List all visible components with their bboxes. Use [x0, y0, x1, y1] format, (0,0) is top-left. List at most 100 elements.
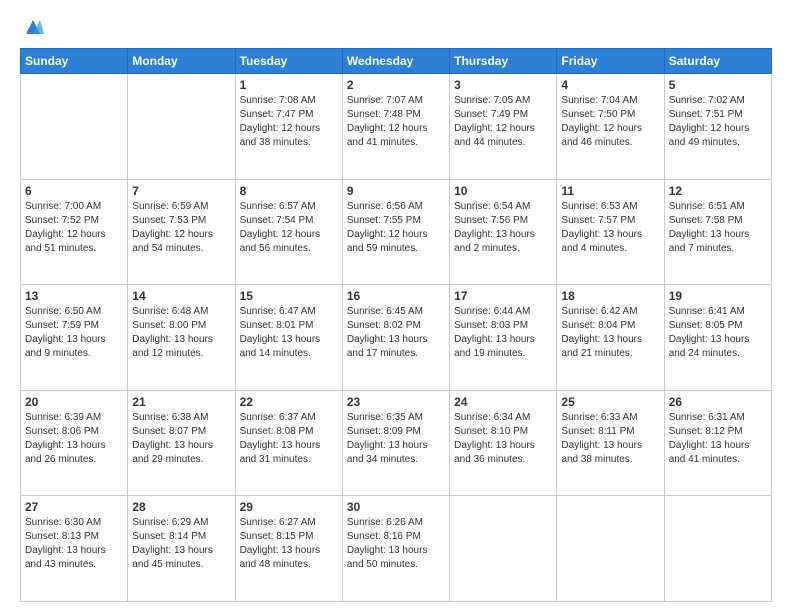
page: SundayMondayTuesdayWednesdayThursdayFrid…	[0, 0, 792, 612]
day-number: 10	[454, 184, 552, 198]
day-info: Sunrise: 6:42 AMSunset: 8:04 PMDaylight:…	[561, 305, 659, 361]
day-number: 11	[561, 184, 659, 198]
calendar-cell: 1 Sunrise: 7:08 AMSunset: 7:47 PMDaylight…	[235, 74, 342, 180]
day-info: Sunrise: 7:00 AMSunset: 7:52 PMDaylight:…	[25, 200, 123, 256]
calendar-cell: 18 Sunrise: 6:42 AMSunset: 8:04 PMDayligh…	[557, 285, 664, 391]
day-info: Sunrise: 6:47 AMSunset: 8:01 PMDaylight:…	[240, 305, 338, 361]
day-number: 20	[25, 395, 123, 409]
calendar-cell: 29 Sunrise: 6:27 AMSunset: 8:15 PMDayligh…	[235, 496, 342, 602]
day-number: 5	[669, 78, 767, 92]
day-info: Sunrise: 6:44 AMSunset: 8:03 PMDaylight:…	[454, 305, 552, 361]
calendar-cell: 21 Sunrise: 6:38 AMSunset: 8:07 PMDayligh…	[128, 390, 235, 496]
day-info: Sunrise: 6:39 AMSunset: 8:06 PMDaylight:…	[25, 411, 123, 467]
day-info: Sunrise: 7:04 AMSunset: 7:50 PMDaylight:…	[561, 94, 659, 150]
header	[20, 16, 772, 38]
day-header-thursday: Thursday	[450, 49, 557, 74]
day-info: Sunrise: 6:38 AMSunset: 8:07 PMDaylight:…	[132, 411, 230, 467]
day-number: 22	[240, 395, 338, 409]
calendar-cell: 19 Sunrise: 6:41 AMSunset: 8:05 PMDayligh…	[664, 285, 771, 391]
day-info: Sunrise: 6:54 AMSunset: 7:56 PMDaylight:…	[454, 200, 552, 256]
day-header-saturday: Saturday	[664, 49, 771, 74]
calendar-table: SundayMondayTuesdayWednesdayThursdayFrid…	[20, 48, 772, 602]
day-number: 29	[240, 500, 338, 514]
day-info: Sunrise: 6:41 AMSunset: 8:05 PMDaylight:…	[669, 305, 767, 361]
day-number: 6	[25, 184, 123, 198]
week-row-3: 13 Sunrise: 6:50 AMSunset: 7:59 PMDayligh…	[21, 285, 772, 391]
calendar-cell: 30 Sunrise: 6:26 AMSunset: 8:16 PMDayligh…	[342, 496, 449, 602]
calendar-cell	[557, 496, 664, 602]
day-number: 8	[240, 184, 338, 198]
day-info: Sunrise: 6:56 AMSunset: 7:55 PMDaylight:…	[347, 200, 445, 256]
day-info: Sunrise: 6:53 AMSunset: 7:57 PMDaylight:…	[561, 200, 659, 256]
calendar-cell: 25 Sunrise: 6:33 AMSunset: 8:11 PMDayligh…	[557, 390, 664, 496]
calendar-cell: 9Sunrise: 6:56 AMSunset: 7:55 PMDaylight…	[342, 179, 449, 285]
calendar-cell: 7 Sunrise: 6:59 AMSunset: 7:53 PMDaylight…	[128, 179, 235, 285]
calendar-cell: 26 Sunrise: 6:31 AMSunset: 8:12 PMDayligh…	[664, 390, 771, 496]
calendar-cell	[21, 74, 128, 180]
day-info: Sunrise: 7:05 AMSunset: 7:49 PMDaylight:…	[454, 94, 552, 150]
day-number: 26	[669, 395, 767, 409]
calendar-cell: 14 Sunrise: 6:48 AMSunset: 8:00 PMDayligh…	[128, 285, 235, 391]
day-info: Sunrise: 6:33 AMSunset: 8:11 PMDaylight:…	[561, 411, 659, 467]
calendar-cell: 15 Sunrise: 6:47 AMSunset: 8:01 PMDayligh…	[235, 285, 342, 391]
day-info: Sunrise: 6:34 AMSunset: 8:10 PMDaylight:…	[454, 411, 552, 467]
logo-icon	[22, 16, 44, 38]
day-number: 25	[561, 395, 659, 409]
day-number: 24	[454, 395, 552, 409]
week-row-1: 1 Sunrise: 7:08 AMSunset: 7:47 PMDaylight…	[21, 74, 772, 180]
day-header-sunday: Sunday	[21, 49, 128, 74]
calendar-cell	[128, 74, 235, 180]
day-info: Sunrise: 7:08 AMSunset: 7:47 PMDaylight:…	[240, 94, 338, 150]
calendar-cell: 10 Sunrise: 6:54 AMSunset: 7:56 PMDayligh…	[450, 179, 557, 285]
calendar-cell: 8 Sunrise: 6:57 AMSunset: 7:54 PMDaylight…	[235, 179, 342, 285]
day-number: 4	[561, 78, 659, 92]
day-info: Sunrise: 6:29 AMSunset: 8:14 PMDaylight:…	[132, 516, 230, 572]
calendar-cell	[664, 496, 771, 602]
day-number: 2	[347, 78, 445, 92]
calendar-cell: 23 Sunrise: 6:35 AMSunset: 8:09 PMDayligh…	[342, 390, 449, 496]
calendar-header-row: SundayMondayTuesdayWednesdayThursdayFrid…	[21, 49, 772, 74]
day-info: Sunrise: 6:57 AMSunset: 7:54 PMDaylight:…	[240, 200, 338, 256]
week-row-4: 20 Sunrise: 6:39 AMSunset: 8:06 PMDayligh…	[21, 390, 772, 496]
day-info: Sunrise: 6:48 AMSunset: 8:00 PMDaylight:…	[132, 305, 230, 361]
week-row-5: 27Sunrise: 6:30 AMSunset: 8:13 PMDayligh…	[21, 496, 772, 602]
day-number: 19	[669, 289, 767, 303]
calendar-cell: 3 Sunrise: 7:05 AMSunset: 7:49 PMDaylight…	[450, 74, 557, 180]
day-info: Sunrise: 6:35 AMSunset: 8:09 PMDaylight:…	[347, 411, 445, 467]
day-number: 18	[561, 289, 659, 303]
day-info: Sunrise: 6:26 AMSunset: 8:16 PMDaylight:…	[347, 516, 445, 572]
day-number: 3	[454, 78, 552, 92]
day-header-tuesday: Tuesday	[235, 49, 342, 74]
day-number: 13	[25, 289, 123, 303]
day-number: 28	[132, 500, 230, 514]
calendar-cell: 2Sunrise: 7:07 AMSunset: 7:48 PMDaylight…	[342, 74, 449, 180]
calendar-cell: 5 Sunrise: 7:02 AMSunset: 7:51 PMDaylight…	[664, 74, 771, 180]
day-number: 16	[347, 289, 445, 303]
day-info: Sunrise: 6:59 AMSunset: 7:53 PMDaylight:…	[132, 200, 230, 256]
calendar-cell: 22 Sunrise: 6:37 AMSunset: 8:08 PMDayligh…	[235, 390, 342, 496]
day-info: Sunrise: 6:37 AMSunset: 8:08 PMDaylight:…	[240, 411, 338, 467]
day-info: Sunrise: 6:30 AMSunset: 8:13 PMDaylight:…	[25, 516, 123, 572]
day-info: Sunrise: 6:27 AMSunset: 8:15 PMDaylight:…	[240, 516, 338, 572]
calendar-cell: 27Sunrise: 6:30 AMSunset: 8:13 PMDayligh…	[21, 496, 128, 602]
day-number: 1	[240, 78, 338, 92]
calendar-cell: 6 Sunrise: 7:00 AMSunset: 7:52 PMDaylight…	[21, 179, 128, 285]
day-number: 23	[347, 395, 445, 409]
day-number: 14	[132, 289, 230, 303]
day-info: Sunrise: 7:02 AMSunset: 7:51 PMDaylight:…	[669, 94, 767, 150]
day-number: 30	[347, 500, 445, 514]
day-number: 15	[240, 289, 338, 303]
calendar-cell: 28 Sunrise: 6:29 AMSunset: 8:14 PMDayligh…	[128, 496, 235, 602]
day-number: 7	[132, 184, 230, 198]
calendar-cell: 17Sunrise: 6:44 AMSunset: 8:03 PMDayligh…	[450, 285, 557, 391]
calendar-cell: 20 Sunrise: 6:39 AMSunset: 8:06 PMDayligh…	[21, 390, 128, 496]
day-info: Sunrise: 6:31 AMSunset: 8:12 PMDaylight:…	[669, 411, 767, 467]
day-number: 21	[132, 395, 230, 409]
day-header-wednesday: Wednesday	[342, 49, 449, 74]
day-info: Sunrise: 6:51 AMSunset: 7:58 PMDaylight:…	[669, 200, 767, 256]
day-header-friday: Friday	[557, 49, 664, 74]
day-info: Sunrise: 6:45 AMSunset: 8:02 PMDaylight:…	[347, 305, 445, 361]
calendar-cell: 24 Sunrise: 6:34 AMSunset: 8:10 PMDayligh…	[450, 390, 557, 496]
calendar-cell: 12Sunrise: 6:51 AMSunset: 7:58 PMDayligh…	[664, 179, 771, 285]
day-info: Sunrise: 6:50 AMSunset: 7:59 PMDaylight:…	[25, 305, 123, 361]
